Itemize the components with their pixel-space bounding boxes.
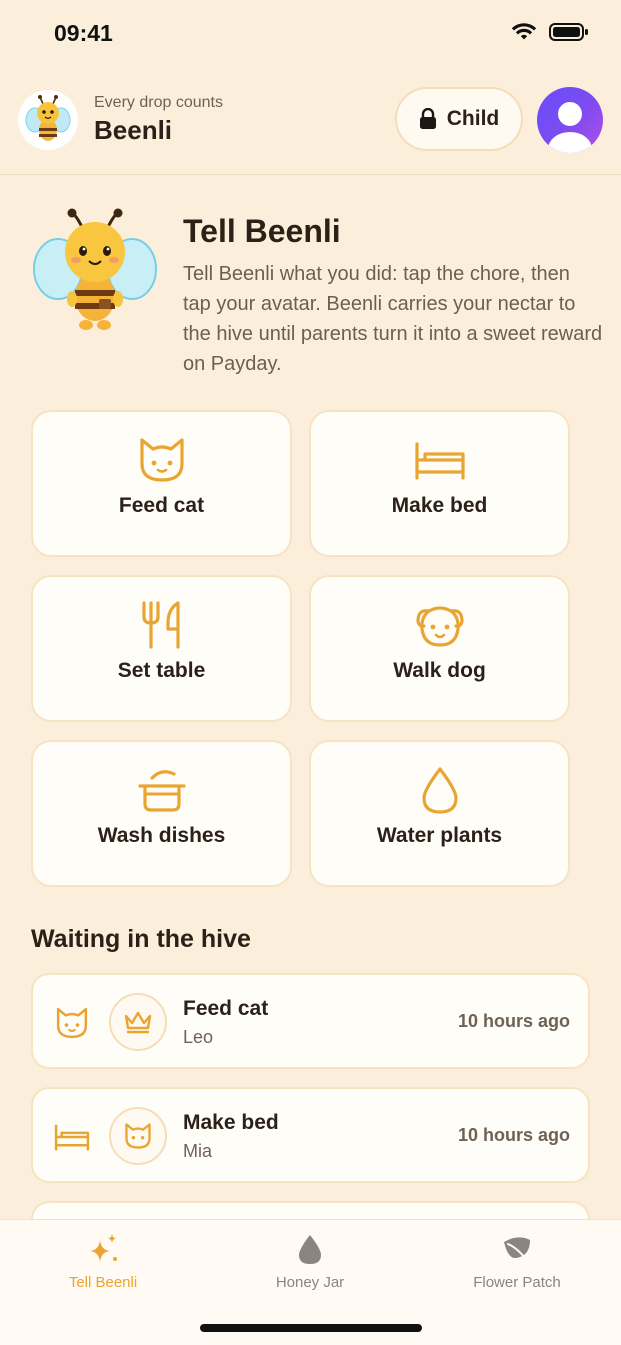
chore-label: Walk dog bbox=[393, 659, 486, 682]
pot-icon bbox=[137, 770, 186, 812]
waiting-kid-name: Mia bbox=[183, 1141, 213, 1161]
lock-icon bbox=[419, 108, 436, 129]
bed-icon bbox=[414, 442, 465, 480]
user-icon bbox=[548, 102, 592, 153]
waiting-section-title: Waiting in the hive bbox=[31, 925, 251, 953]
sparkles-icon bbox=[90, 1234, 117, 1262]
leaf-icon bbox=[504, 1237, 530, 1263]
status-bar: 09:41 bbox=[0, 0, 621, 68]
waiting-chore-name: Make bed bbox=[183, 1111, 279, 1134]
tab-tell-beenli[interactable]: Tell Beenli bbox=[13, 1232, 193, 1291]
tab-flower-patch[interactable]: Flower Patch bbox=[427, 1232, 607, 1291]
chore-card-walk-dog[interactable]: Walk dog bbox=[309, 575, 570, 722]
tab-label: Tell Beenli bbox=[68, 1274, 138, 1291]
child-mode-label: Child bbox=[446, 107, 500, 130]
waiting-time: 10 hours ago bbox=[457, 1011, 570, 1031]
waiting-list-item[interactable]: Feed cat Leo 10 hours ago bbox=[31, 973, 590, 1069]
waiting-time: 10 hours ago bbox=[457, 1125, 570, 1145]
child-mode-button[interactable]: Child bbox=[395, 87, 523, 151]
cat-icon bbox=[125, 1123, 151, 1149]
chore-label: Water plants bbox=[376, 824, 503, 847]
chore-card-feed-cat[interactable]: Feed cat bbox=[31, 410, 292, 557]
waiting-list-item[interactable]: Make bed Mia 10 hours ago bbox=[31, 1087, 590, 1183]
waiting-chore-name: Feed cat bbox=[183, 997, 269, 1020]
intro-title: Tell Beenli bbox=[183, 213, 341, 249]
battery-icon bbox=[549, 23, 588, 41]
chore-card-water-plants[interactable]: Water plants bbox=[309, 740, 570, 887]
beenli-logo bbox=[18, 90, 78, 150]
kid-avatar bbox=[109, 1107, 167, 1165]
bee-mascot-illustration bbox=[33, 208, 157, 330]
intro-section: Tell Beenli Tell Beenli what you did: ta… bbox=[0, 175, 621, 395]
chore-label: Wash dishes bbox=[97, 824, 226, 847]
app-header: Every drop counts Beenli Child bbox=[0, 68, 621, 175]
kid-avatar bbox=[109, 993, 167, 1051]
drop-icon bbox=[299, 1235, 321, 1264]
chore-card-make-bed[interactable]: Make bed bbox=[309, 410, 570, 557]
tab-label: Honey Jar bbox=[275, 1274, 345, 1291]
bed-icon bbox=[54, 1124, 90, 1151]
chore-card-wash-dishes[interactable]: Wash dishes bbox=[31, 740, 292, 887]
tab-label: Flower Patch bbox=[473, 1274, 561, 1291]
waiting-kid-name: Leo bbox=[183, 1027, 214, 1047]
water-drop-icon bbox=[421, 767, 458, 814]
header-tagline: Every drop counts bbox=[94, 94, 223, 111]
cat-icon bbox=[139, 438, 184, 482]
status-icons bbox=[511, 22, 589, 42]
fork-knife-icon bbox=[141, 601, 180, 649]
chore-card-set-table[interactable]: Set table bbox=[31, 575, 292, 722]
dog-icon bbox=[415, 606, 464, 647]
profile-avatar-button[interactable] bbox=[537, 87, 603, 153]
tab-honey-jar[interactable]: Honey Jar bbox=[220, 1232, 400, 1291]
cat-icon bbox=[56, 1007, 88, 1039]
intro-description: Tell Beenli what you did: tap the chore,… bbox=[183, 263, 603, 375]
chore-label: Make bed bbox=[391, 494, 488, 517]
chore-label: Feed cat bbox=[118, 494, 205, 517]
wifi-icon bbox=[511, 23, 537, 40]
crown-icon bbox=[124, 1011, 152, 1034]
app-title: Beenli bbox=[94, 115, 173, 145]
home-indicator bbox=[200, 1324, 422, 1332]
status-time: 09:41 bbox=[54, 20, 113, 46]
chore-label: Set table bbox=[117, 659, 206, 682]
